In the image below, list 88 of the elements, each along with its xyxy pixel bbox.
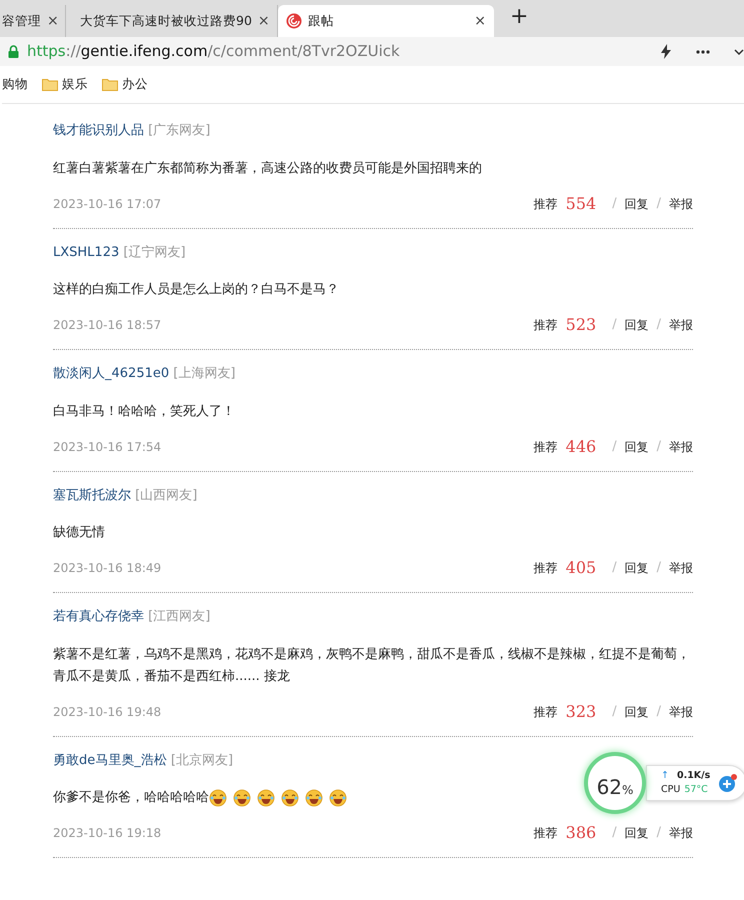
recommend-count: 554 — [566, 192, 596, 214]
comment-text: 紫薯不是红薯，乌鸡不是黑鸡，花鸡不是麻鸡，灰鸭不是麻鸭，甜瓜不是香瓜，线椒不是辣椒，红提不是葡萄，青瓜不是黄瓜，番茄不是西红柿...... 接龙 — [53, 646, 691, 686]
cpu-label: CPU — [661, 783, 680, 797]
network-speed: 0.1K/s — [676, 768, 710, 783]
add-icon[interactable] — [718, 773, 738, 793]
reply-link[interactable]: 回复 — [624, 194, 649, 212]
cpu-usage-ring[interactable]: 62% — [584, 752, 646, 814]
more-icon[interactable] — [696, 50, 710, 54]
username-link[interactable]: 若有真心存侥幸 — [53, 609, 144, 624]
recommend-link[interactable]: 推荐 — [534, 194, 558, 212]
separator-slash: / — [656, 824, 661, 842]
comment-text: 你爹不是你爸，哈哈哈哈哈 — [53, 789, 209, 807]
separator-slash: / — [612, 559, 617, 578]
recommend-link[interactable]: 推荐 — [534, 559, 558, 577]
reply-link[interactable]: 回复 — [624, 316, 649, 334]
username-link[interactable]: 散淡闲人_46251e0 — [53, 366, 170, 381]
reply-link[interactable]: 回复 — [624, 438, 649, 456]
location-label: [辽宁网友] — [123, 244, 186, 260]
recommend-link[interactable]: 推荐 — [534, 702, 558, 720]
report-link[interactable]: 举报 — [669, 438, 693, 456]
report-link[interactable]: 举报 — [669, 824, 693, 842]
recommend-link[interactable]: 推荐 — [534, 824, 558, 842]
close-icon[interactable]: × — [47, 10, 59, 32]
separator-slash: / — [612, 824, 617, 842]
upload-arrow-icon: ↑ — [661, 768, 669, 783]
separator-slash: / — [656, 438, 661, 456]
separator-slash: / — [656, 316, 661, 334]
separator-slash: / — [612, 316, 617, 334]
separator-slash: / — [656, 194, 661, 213]
laughing-emoji-icon — [257, 789, 275, 807]
reply-link[interactable]: 回复 — [624, 702, 649, 720]
location-label: [北京网友] — [170, 752, 234, 768]
reply-link[interactable]: 回复 — [624, 559, 649, 577]
lock-icon — [8, 45, 19, 58]
bookmark-link[interactable]: 娱乐 — [62, 75, 88, 94]
browser-tab[interactable]: 跟帖 × — [278, 5, 494, 37]
username-link[interactable]: LXSHL123 — [53, 244, 120, 260]
recommend-count: 386 — [566, 822, 596, 844]
location-label: [江西网友] — [148, 609, 210, 624]
separator-slash: / — [656, 559, 661, 578]
comment-text: 缺德无情 — [53, 524, 105, 542]
laughing-emoji-icon — [305, 789, 323, 807]
recommend-count: 446 — [566, 436, 596, 458]
comment-time: 2023-10-16 19:48 — [53, 704, 162, 720]
laughing-emoji-icon — [329, 789, 347, 807]
comment-time: 2023-10-16 18:57 — [53, 317, 162, 334]
recommend-count: 323 — [566, 700, 596, 722]
comment-time: 2023-10-16 17:54 — [53, 438, 162, 456]
reply-link[interactable]: 回复 — [624, 824, 649, 842]
close-icon[interactable]: × — [258, 10, 270, 32]
new-tab-button[interactable]: + — [510, 0, 528, 33]
bookmark-link[interactable]: 办公 — [122, 75, 148, 94]
separator-slash: / — [612, 702, 617, 721]
report-link[interactable]: 举报 — [669, 702, 693, 720]
username-link[interactable]: 塞瓦斯托波尔 — [53, 488, 131, 502]
report-link[interactable]: 举报 — [669, 316, 693, 334]
folder-icon — [42, 78, 58, 91]
comment-time: 2023-10-16 18:49 — [53, 560, 162, 577]
laughing-emoji-icon — [209, 789, 227, 807]
comment-time: 2023-10-16 17:07 — [53, 196, 162, 212]
comment-text: 白马非马！哈哈哈，笑死人了！ — [53, 402, 235, 420]
laughing-emoji-icon — [233, 789, 251, 807]
recommend-link[interactable]: 推荐 — [534, 438, 558, 456]
username-link[interactable]: 钱才能识别人品 — [53, 123, 144, 138]
recommend-count: 405 — [566, 557, 596, 579]
location-label: [上海网友] — [173, 366, 236, 381]
comment-text: 这样的白痴工作人员是怎么上岗的？白马不是马？ — [53, 281, 339, 299]
location-label: [广东网友] — [148, 123, 210, 138]
separator-slash: / — [612, 438, 617, 456]
report-link[interactable]: 举报 — [669, 559, 693, 577]
separator-slash: / — [612, 194, 617, 213]
close-icon[interactable]: × — [474, 10, 486, 32]
spiral-logo-icon — [286, 13, 302, 29]
chevron-icon[interactable] — [734, 48, 744, 54]
comment-time: 2023-10-16 19:18 — [53, 825, 162, 842]
location-label: [山西网友] — [135, 488, 198, 502]
username-link[interactable]: 勇敢de马里奥_浩松 — [53, 752, 167, 768]
recommend-count: 523 — [566, 314, 596, 336]
cpu-temperature: 57°C — [684, 783, 708, 797]
comment-text: 红薯白薯紫薯在广东都简称为番薯，高速公路的收费员可能是外国招聘来的 — [53, 160, 482, 178]
recommend-link[interactable]: 推荐 — [534, 316, 558, 334]
system-monitor-panel[interactable]: ↑ 0.1K/s CPU 57°C — [646, 764, 744, 802]
folder-icon — [102, 78, 118, 91]
separator-slash: / — [656, 702, 661, 721]
report-link[interactable]: 举报 — [669, 194, 693, 212]
bookmark-link[interactable]: 购物 — [2, 75, 28, 94]
laughing-emoji-icon — [281, 789, 299, 807]
lightning-icon[interactable] — [660, 44, 672, 59]
